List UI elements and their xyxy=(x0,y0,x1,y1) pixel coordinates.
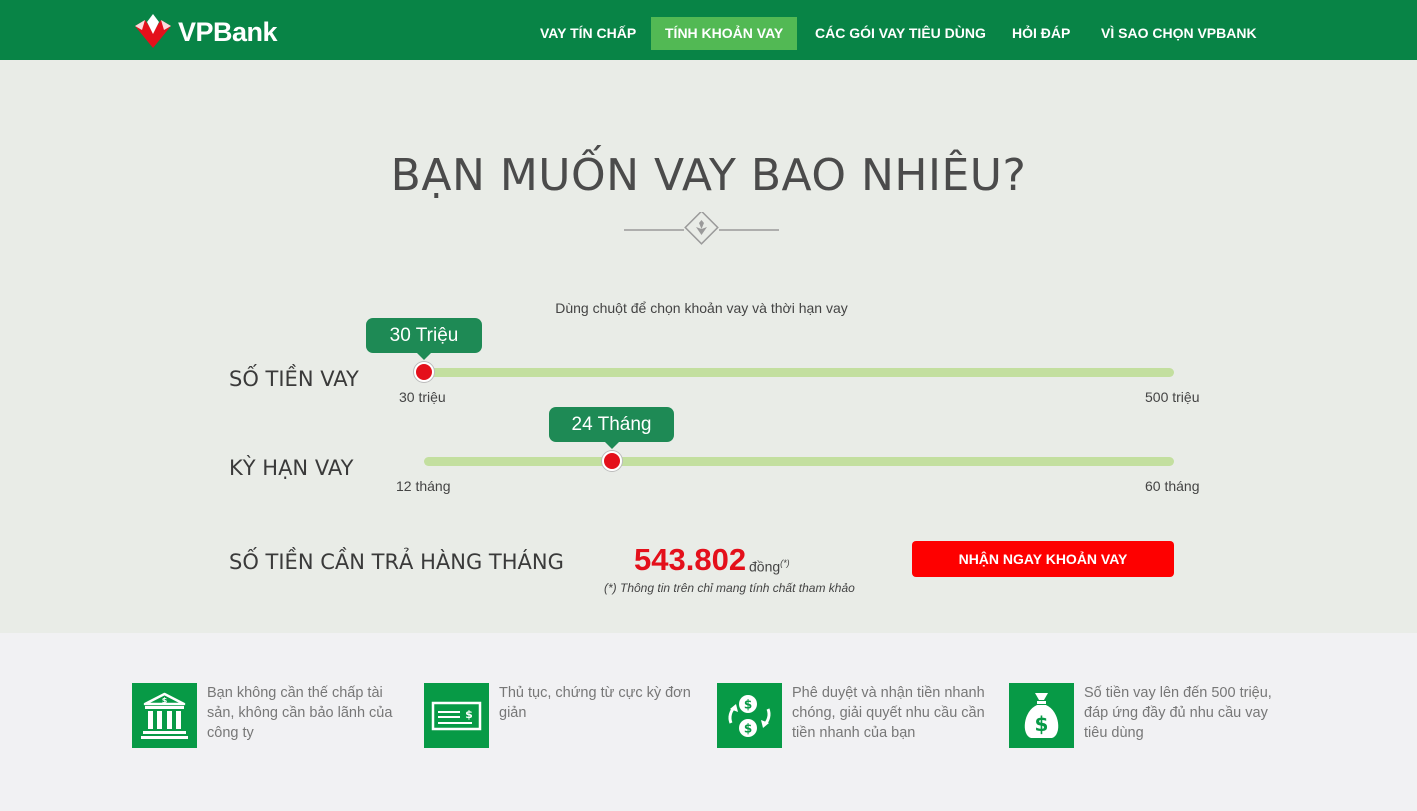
svg-text:$: $ xyxy=(744,722,752,736)
cheque-icon: $ xyxy=(424,683,489,748)
feature-text: Phê duyệt và nhận tiền nhanh chóng, giải… xyxy=(792,685,985,741)
loan-term-track[interactable] xyxy=(424,457,1174,466)
bank-building-icon: $ xyxy=(132,683,197,748)
nav-item-vi-sao-chon[interactable]: VÌ SAO CHỌN VPBANK xyxy=(1087,17,1271,50)
loan-amount-slider-handle[interactable] xyxy=(414,362,434,382)
feature-text: Số tiền vay lên đến 500 triệu, đáp ứng đ… xyxy=(1084,685,1272,741)
get-loan-button[interactable]: NHẬN NGAY KHOẢN VAY xyxy=(912,541,1174,577)
loan-calculator: BẠN MUỐN VAY BAO NHIÊU? Dùng chuột để ch… xyxy=(0,60,1417,633)
loan-term-bubble: 24 Tháng xyxy=(549,407,674,449)
feature-text: Bạn không cần thế chấp tài sản, không cầ… xyxy=(207,685,393,741)
monthly-payment-label: SỐ TIỀN CẦN TRẢ HÀNG THÁNG xyxy=(229,550,564,574)
loan-amount-min: 30 triệu xyxy=(399,389,446,405)
loan-amount-max: 500 triệu xyxy=(1145,389,1200,405)
site-header: VPBank VAY TÍN CHẤP TÍNH KHOẢN VAY CÁC G… xyxy=(0,0,1417,60)
monthly-payment-amount: 543.802 xyxy=(634,542,747,577)
unit-footnote-mark: (*) xyxy=(780,558,790,568)
money-bag-icon: $ xyxy=(1009,683,1074,748)
main-nav: VAY TÍN CHẤP TÍNH KHOẢN VAY CÁC GÓI VAY … xyxy=(0,17,1417,50)
title-divider-icon xyxy=(624,212,779,245)
nav-item-vay-tin-chap[interactable]: VAY TÍN CHẤP xyxy=(526,17,650,50)
loan-term-max: 60 tháng xyxy=(1145,478,1200,494)
slider-hint: Dùng chuột để chọn khoản vay và thời hạn… xyxy=(555,300,848,316)
loan-amount-bubble: 30 Triệu xyxy=(366,318,482,360)
loan-amount-track[interactable] xyxy=(424,368,1174,377)
features-section: $ Bạn không cần thế chấp tài sản, không … xyxy=(0,633,1417,811)
nav-item-tinh-khoan-vay[interactable]: TÍNH KHOẢN VAY xyxy=(651,17,798,50)
reference-note: (*) Thông tin trên chỉ mang tính chất th… xyxy=(604,581,855,595)
nav-item-hoi-dap[interactable]: HỎI ĐÁP xyxy=(998,17,1084,50)
loan-term-slider-handle[interactable] xyxy=(601,451,622,471)
loan-amount-label: SỐ TIỀN VAY xyxy=(229,367,359,391)
unit-text: đồng xyxy=(749,558,781,575)
loan-term-min: 12 tháng xyxy=(396,478,451,494)
nav-item-cac-goi-vay[interactable]: CÁC GÓI VAY TIÊU DÙNG xyxy=(801,17,1000,50)
page-title: BẠN MUỐN VAY BAO NHIÊU? xyxy=(390,150,1027,201)
svg-text:$: $ xyxy=(162,696,168,705)
svg-text:$: $ xyxy=(744,698,752,712)
svg-text:$: $ xyxy=(465,708,473,721)
svg-text:$: $ xyxy=(1035,712,1049,736)
loan-term-label: KỲ HẠN VAY xyxy=(229,456,354,480)
feature-text: Thủ tục, chứng từ cực kỳ đơn giản xyxy=(499,685,691,721)
monthly-payment-unit: đồng(*) xyxy=(749,558,790,575)
money-exchange-icon: $ $ xyxy=(717,683,782,748)
